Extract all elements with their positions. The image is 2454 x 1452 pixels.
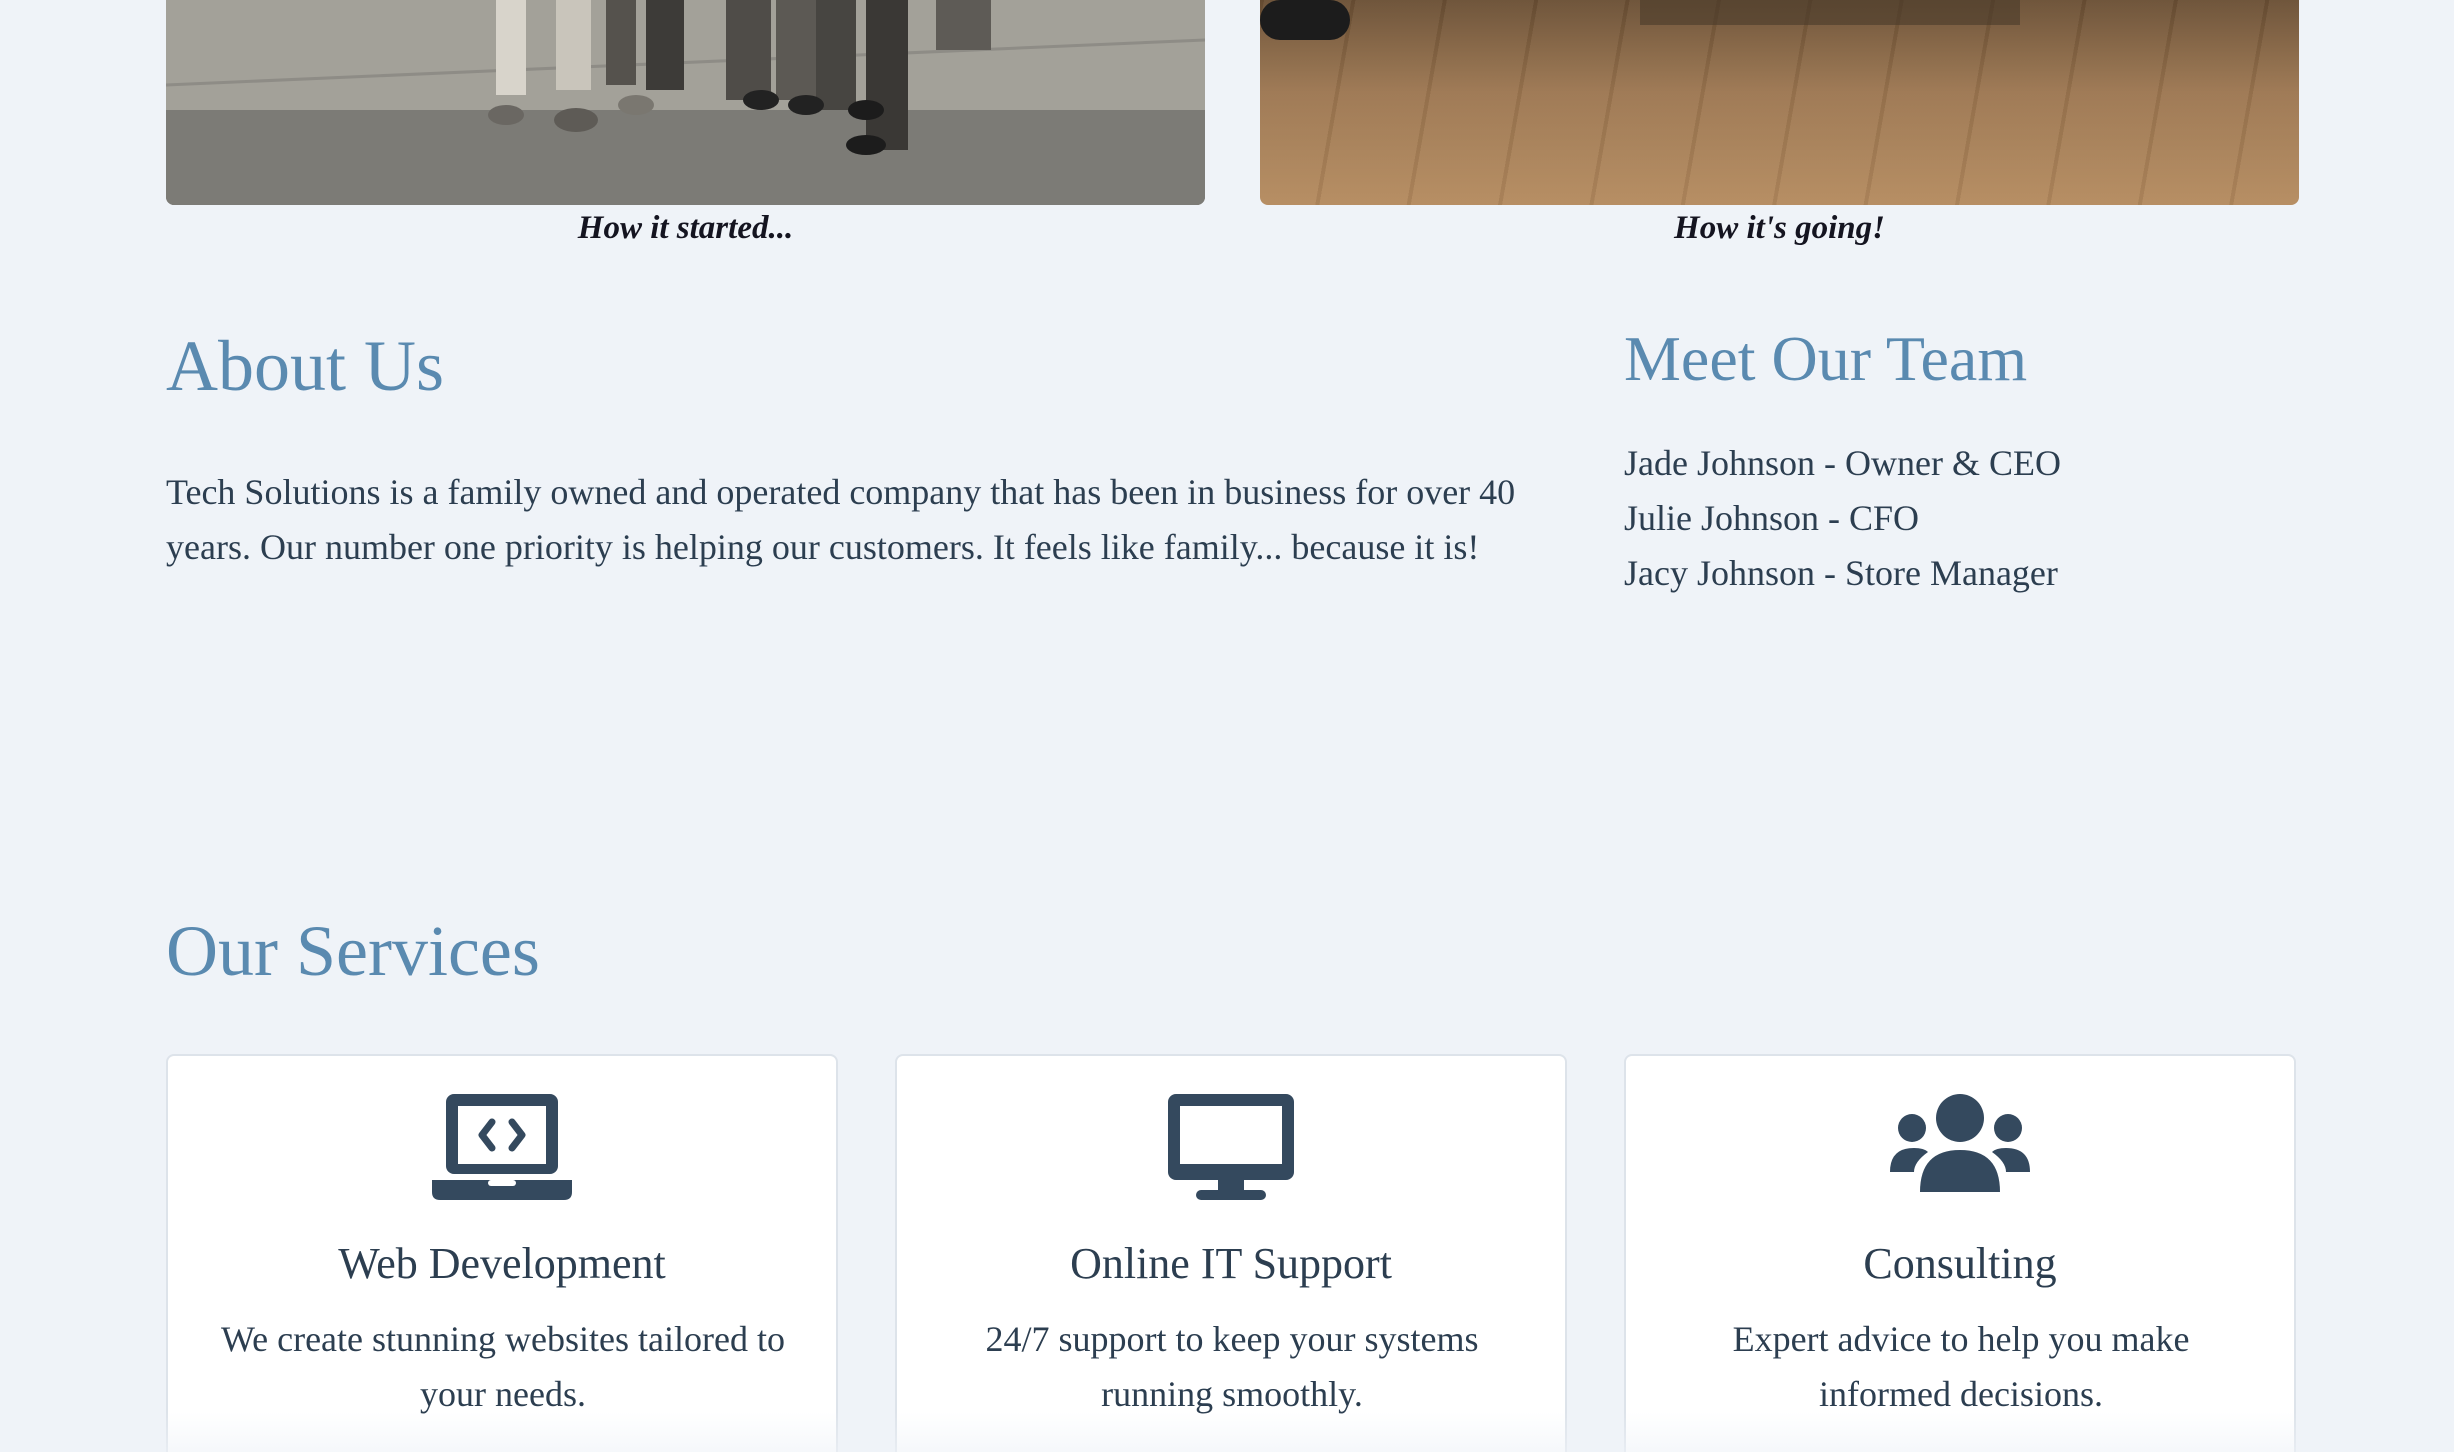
page: How it started... How it's going! About … bbox=[0, 0, 2454, 1452]
service-title: Web Development bbox=[338, 1239, 666, 1288]
service-card-web-development: Web Development We create stunning websi… bbox=[166, 1054, 838, 1452]
desktop-icon bbox=[897, 1092, 1565, 1202]
how-its-going-photo bbox=[1260, 0, 2299, 205]
gallery-caption-started: How it started... bbox=[577, 210, 794, 246]
service-title: Consulting bbox=[1863, 1239, 2057, 1288]
service-title: Online IT Support bbox=[1070, 1239, 1392, 1288]
service-card-online-it-support: Online IT Support 24/7 support to keep y… bbox=[895, 1054, 1567, 1452]
laptop-code-icon bbox=[168, 1092, 836, 1202]
about-text: Tech Solutions is a family owned and ope… bbox=[166, 472, 1516, 567]
service-description: Expert advice to help you make informed … bbox=[1732, 1319, 2190, 1414]
about-heading: About Us bbox=[166, 326, 445, 406]
team-member: Jade Johnson - Owner & CEO bbox=[1624, 443, 2061, 483]
gallery-caption-going: How it's going! bbox=[1674, 210, 1885, 246]
how-it-started-photo bbox=[166, 0, 1205, 205]
users-icon bbox=[1626, 1092, 2294, 1202]
service-card-consulting: Consulting Expert advice to help you mak… bbox=[1624, 1054, 2296, 1452]
team-member: Jacy Johnson - Store Manager bbox=[1624, 553, 2058, 593]
service-description: 24/7 support to keep your systems runnin… bbox=[985, 1319, 1479, 1414]
team-list: Jade Johnson - Owner & CEO Julie Johnson… bbox=[1624, 436, 2061, 601]
services-heading: Our Services bbox=[166, 911, 540, 991]
service-description: We create stunning websites tailored to … bbox=[221, 1319, 785, 1414]
team-heading: Meet Our Team bbox=[1624, 323, 2028, 394]
team-member: Julie Johnson - CFO bbox=[1624, 498, 1920, 538]
